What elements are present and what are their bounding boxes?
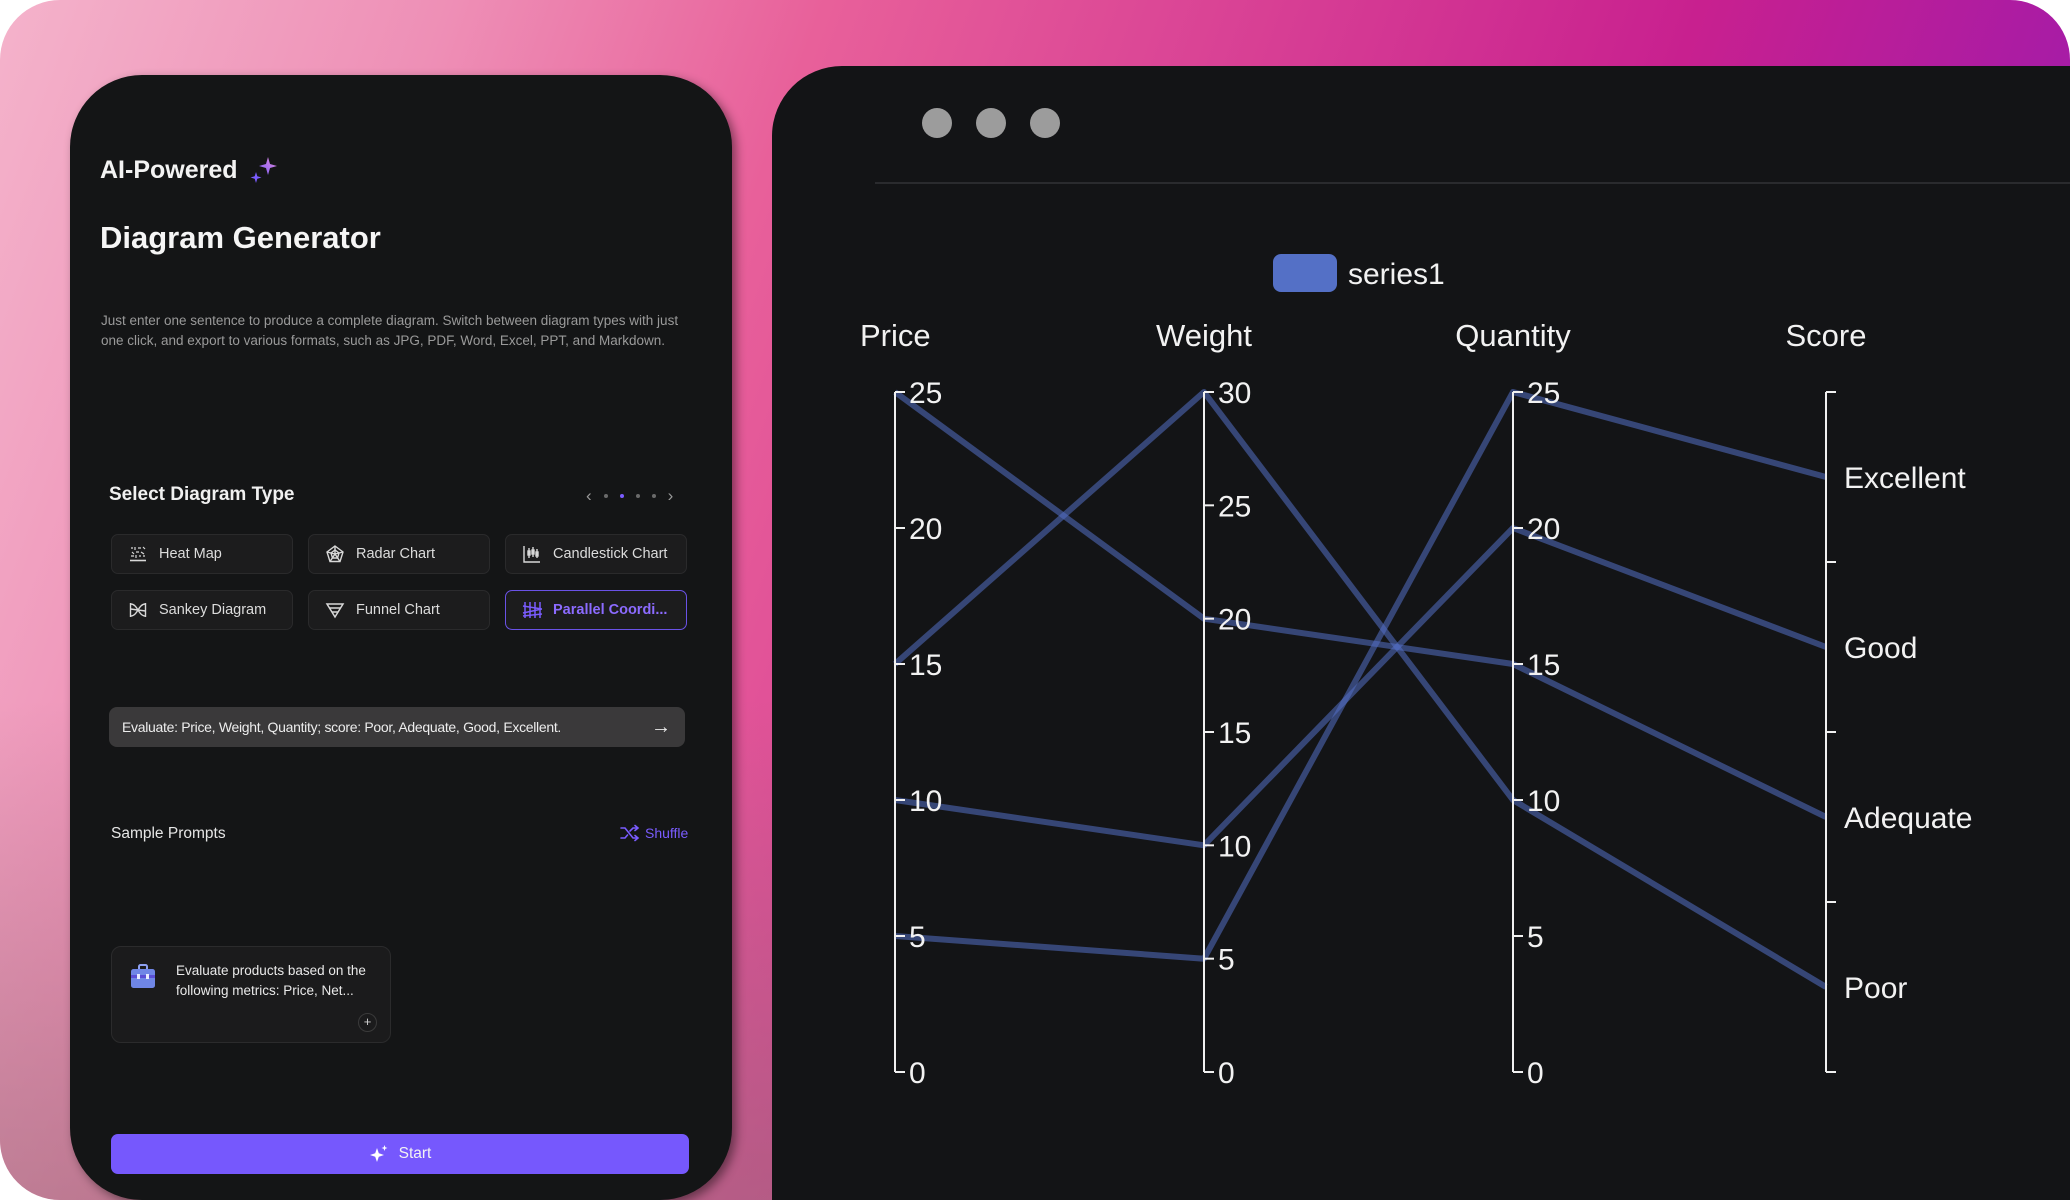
- candlestick-chart-icon: [523, 546, 540, 563]
- sample-prompts-heading: Sample Prompts: [111, 825, 226, 842]
- heat-map-icon: [130, 546, 146, 562]
- axis-tick-label: 15: [1527, 649, 1560, 682]
- axis-tick-label: 10: [1527, 785, 1560, 818]
- axis-title: Quantity: [1455, 318, 1571, 353]
- pager-dot-2[interactable]: [619, 494, 624, 498]
- axis-tick-label: Poor: [1844, 972, 1907, 1005]
- series-line-4[interactable]: [894, 389, 1827, 962]
- axis-tick-label: 5: [909, 921, 926, 954]
- start-button-label: Start: [398, 1145, 432, 1162]
- axis-tick-label: 20: [909, 513, 942, 546]
- chart-preview-window: Price 0 5 10 15 20 25 Weight 0 5 10 15 20 25 30 Quantit…: [772, 66, 2070, 1200]
- shuffle-button[interactable]: Shuffle: [620, 824, 688, 842]
- axis-tick-label: 30: [1218, 377, 1251, 410]
- parallel-coordinates-chart: Price 0 5 10 15 20 25 Weight 0 5 10 15 20 25 30 Quantit…: [860, 254, 1972, 1090]
- axis-tick-label: Excellent: [1844, 462, 1966, 495]
- diagram-type-label: Radar Chart: [356, 546, 435, 562]
- diagram-type-heat-map[interactable]: Heat Map: [111, 534, 293, 574]
- shuffle-icon: [620, 824, 640, 842]
- diagram-type-grid: Heat Map Radar Chart Candlestick Chart S…: [111, 534, 687, 630]
- sankey-diagram-icon: [129, 603, 147, 617]
- axis-tick-label: 25: [1218, 490, 1251, 523]
- ai-powered-heading: AI-Powered: [100, 155, 278, 185]
- sample-prompt-card[interactable]: Evaluate products based on the following…: [111, 946, 391, 1043]
- axis-tick-label: Good: [1844, 632, 1917, 665]
- sparkle-icon: [250, 157, 277, 183]
- axis-tick-label: 15: [909, 649, 942, 682]
- axis-quantity: Quantity 0 5 10 15 20 25: [1455, 318, 1571, 1090]
- axis-tick-label: 10: [1218, 830, 1251, 863]
- diagram-type-sankey-diagram[interactable]: Sankey Diagram: [111, 590, 293, 630]
- generator-panel: AI-Powered Diagram Generator Just enter …: [70, 75, 732, 1200]
- axis-tick-label: 0: [1218, 1057, 1235, 1090]
- pager-dot-3[interactable]: [635, 494, 640, 498]
- chart-legend: series1: [1273, 254, 1445, 292]
- series-lines: [893, 389, 1828, 990]
- axis-tick-label: 5: [1527, 921, 1544, 954]
- axis-tick-label: Adequate: [1844, 802, 1972, 835]
- axis-tick-label: 15: [1218, 717, 1251, 750]
- arrow-right-icon[interactable]: →: [651, 716, 671, 739]
- ai-powered-label: AI-Powered: [100, 155, 238, 184]
- select-diagram-type-heading: Select Diagram Type: [109, 484, 295, 505]
- parallel-coordinates-icon: [522, 602, 542, 618]
- series-line-3[interactable]: [894, 525, 1828, 849]
- diagram-type-parallel-coordinates[interactable]: Parallel Coordi...: [505, 590, 687, 630]
- axis-tick-label: 0: [1527, 1057, 1544, 1090]
- pager-dot-1[interactable]: [603, 494, 608, 498]
- axis-price: Price 0 5 10 15 20 25: [860, 318, 942, 1090]
- funnel-chart-icon: [325, 603, 345, 619]
- axis-tick-label: 25: [909, 377, 942, 410]
- axis-tick-label: 5: [1218, 944, 1235, 977]
- diagram-type-label: Candlestick Chart: [553, 546, 668, 562]
- axis-tick-label: 20: [1218, 604, 1251, 637]
- legend-swatch[interactable]: [1273, 254, 1337, 292]
- series-line-2[interactable]: [893, 389, 1828, 990]
- description-text: Just enter one sentence to produce a com…: [101, 313, 679, 348]
- radar-chart-icon: [326, 545, 344, 563]
- diagram-type-label: Funnel Chart: [356, 602, 440, 618]
- chevron-left-icon[interactable]: ‹: [586, 487, 592, 504]
- axis-score: Score Poor Adequate Good Excellent: [1786, 318, 1972, 1073]
- axis-title: Score: [1786, 318, 1867, 353]
- briefcase-icon: [131, 964, 155, 988]
- pager-dot-4[interactable]: [651, 494, 656, 498]
- chevron-right-icon[interactable]: ›: [668, 487, 674, 504]
- series-line-1[interactable]: [893, 389, 1828, 820]
- axis-tick-label: 0: [909, 1057, 926, 1090]
- diagram-type-label: Parallel Coordi...: [553, 602, 668, 618]
- axis-title: Weight: [1156, 318, 1252, 353]
- diagram-type-pager: ‹ ›: [586, 487, 674, 504]
- axis-tick-label: 10: [909, 785, 942, 818]
- prompt-input-box: →: [109, 707, 685, 747]
- legend-label[interactable]: series1: [1348, 258, 1445, 291]
- axis-tick-label: 25: [1527, 377, 1560, 410]
- diagram-type-label: Heat Map: [159, 546, 222, 562]
- sparkle-icon: [369, 1145, 388, 1162]
- start-button[interactable]: Start: [111, 1134, 689, 1174]
- page-title: Diagram Generator: [100, 220, 381, 255]
- diagram-type-label: Sankey Diagram: [159, 602, 267, 618]
- diagram-type-candlestick-chart[interactable]: Candlestick Chart: [505, 534, 687, 574]
- sample-prompt-text: Evaluate products based on the following…: [176, 963, 366, 998]
- axis-title: Price: [860, 318, 931, 353]
- diagram-type-funnel-chart[interactable]: Funnel Chart: [308, 590, 490, 630]
- prompt-input[interactable]: [120, 718, 651, 736]
- axis-tick-label: 20: [1527, 513, 1560, 546]
- plus-icon[interactable]: +: [358, 1013, 377, 1032]
- shuffle-label: Shuffle: [645, 825, 689, 841]
- diagram-type-radar-chart[interactable]: Radar Chart: [308, 534, 490, 574]
